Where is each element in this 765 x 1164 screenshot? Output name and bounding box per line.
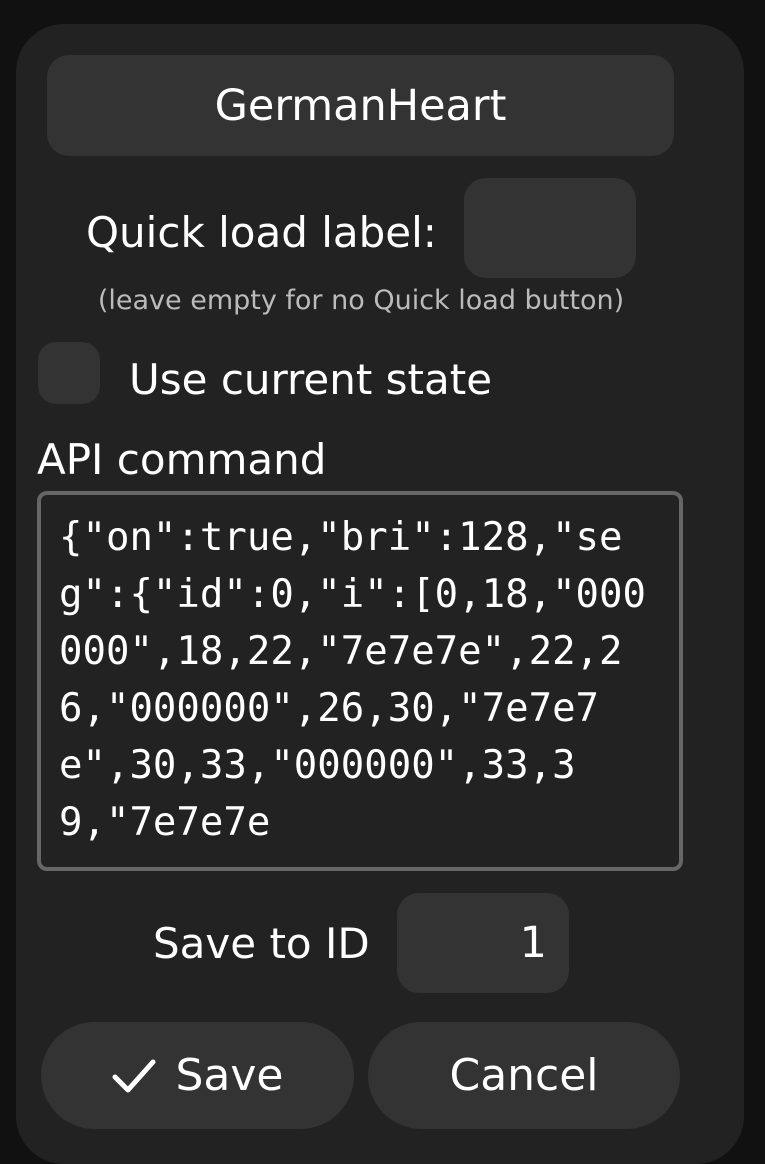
cancel-button[interactable]: Cancel bbox=[368, 1022, 680, 1129]
save-button[interactable]: Save bbox=[41, 1022, 354, 1129]
api-command-label: API command bbox=[37, 435, 327, 484]
quick-load-input[interactable] bbox=[464, 178, 636, 278]
cancel-button-label: Cancel bbox=[449, 1050, 599, 1101]
preset-name-value: GermanHeart bbox=[214, 80, 507, 131]
quick-load-hint: (leave empty for no Quick load button) bbox=[97, 285, 625, 316]
api-command-textarea[interactable]: {"on":true,"bri":128,"seg":{"id":0,"i":[… bbox=[37, 491, 683, 871]
use-current-state-label[interactable]: Use current state bbox=[129, 350, 492, 410]
check-icon bbox=[112, 1059, 156, 1092]
save-to-id-input[interactable]: 1 bbox=[397, 893, 569, 993]
quick-load-label: Quick load label: bbox=[86, 208, 437, 257]
save-button-label: Save bbox=[175, 1050, 284, 1101]
use-current-state-checkbox[interactable] bbox=[38, 342, 100, 404]
save-to-id-value: 1 bbox=[519, 918, 547, 968]
preset-name-input[interactable]: GermanHeart bbox=[47, 55, 674, 156]
save-to-id-label: Save to ID bbox=[153, 919, 370, 968]
